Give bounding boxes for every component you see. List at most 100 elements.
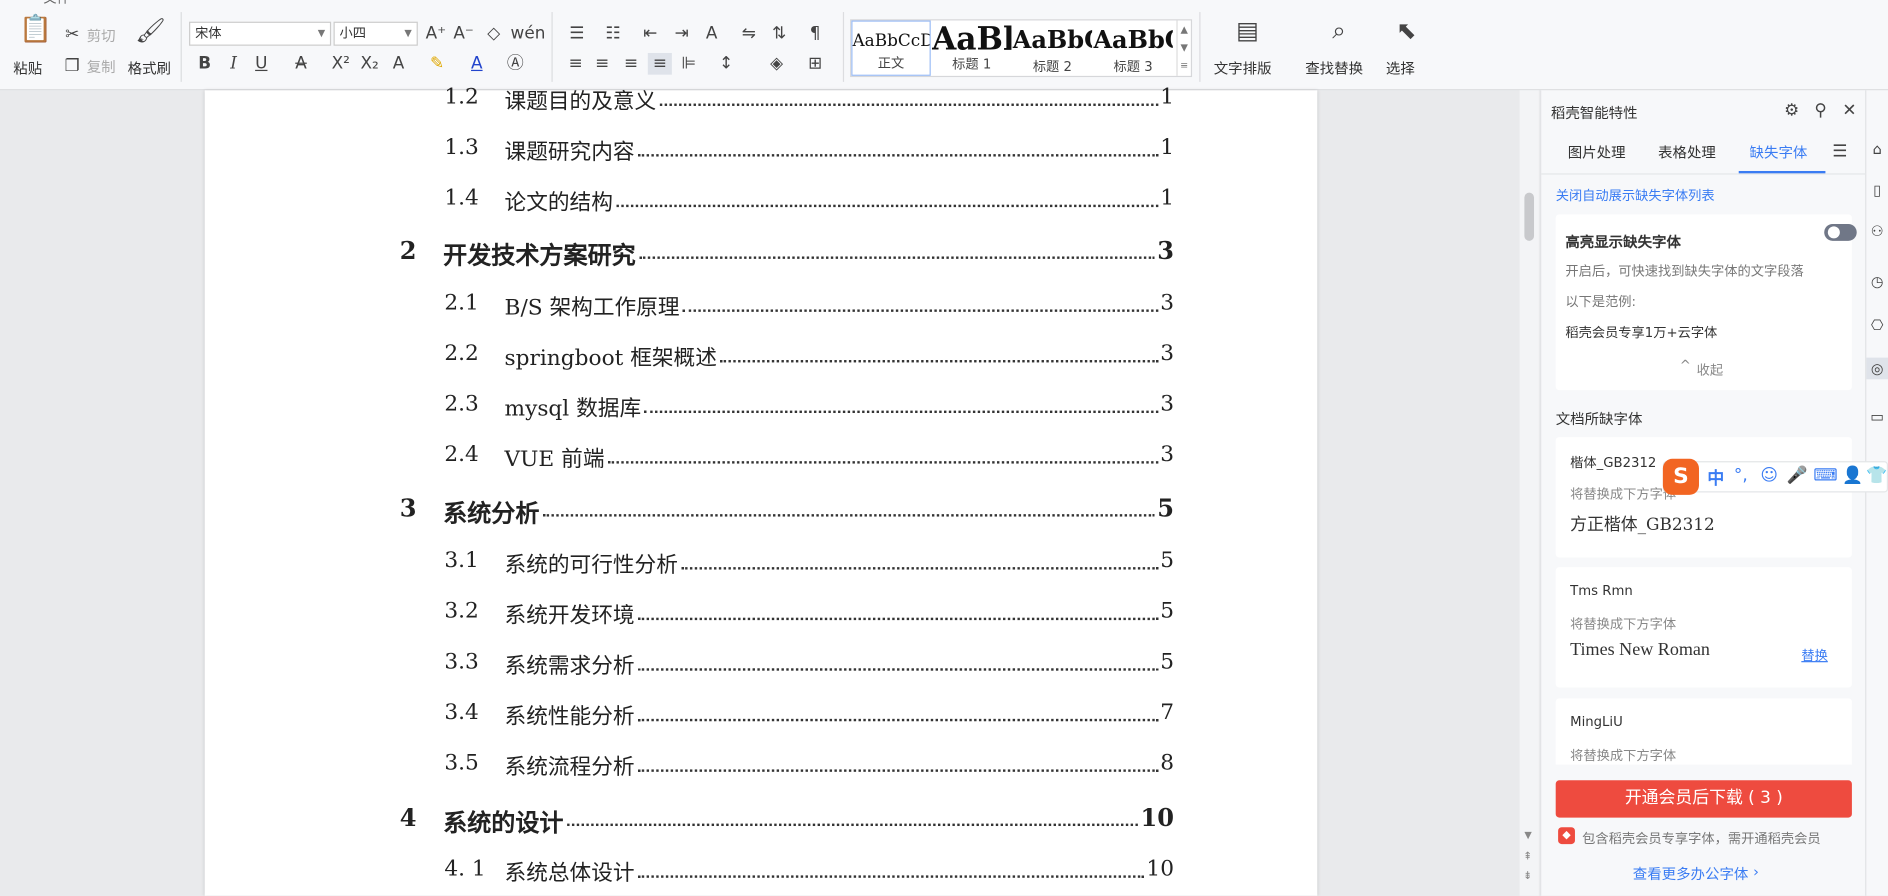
replace-link[interactable]: 替换 [1801, 645, 1827, 664]
search-icon[interactable]: ⌕ [1322, 18, 1356, 42]
italic-icon[interactable]: I [222, 53, 246, 75]
borders-icon[interactable]: ⊞ [802, 53, 828, 75]
underline-icon[interactable]: U [248, 53, 274, 75]
tab-missing-fonts[interactable]: 缺失字体 [1750, 142, 1808, 162]
chevron-up-icon[interactable]: ^ [1680, 358, 1691, 374]
distribute-icon[interactable]: ⊫ [677, 53, 701, 75]
cut-icon[interactable]: ✂ [63, 24, 82, 46]
outdent-icon[interactable]: ⇤ [638, 23, 662, 45]
document-scrollbar[interactable]: ▼ ⇞ ⇟ [1519, 90, 1539, 896]
select-button[interactable]: 选择 [1386, 58, 1415, 78]
prev-page-icon[interactable]: ⇞ [1523, 851, 1532, 863]
align-left-icon[interactable]: ≡ [564, 53, 588, 75]
indent-icon[interactable]: ⇥ [669, 23, 693, 45]
style-normal[interactable]: AaBbCcD 正文 [851, 20, 931, 76]
tab-image-processing[interactable]: 图片处理 [1568, 142, 1626, 162]
microphone-icon[interactable]: 🎤 [1787, 466, 1808, 485]
collapse-link[interactable]: 收起 [1697, 360, 1723, 379]
highlight-icon[interactable]: ✎ [424, 53, 450, 75]
text-layout-icon[interactable]: ▤ [1231, 18, 1265, 42]
toc-section-row[interactable]: 4. 1 系统总体设计 10 [444, 856, 1174, 887]
bullet-list-icon[interactable]: ☰ [564, 23, 590, 45]
side-tool-icon[interactable]: ▭ [1869, 406, 1886, 428]
format-painter-button[interactable]: 格式刷 [128, 58, 171, 78]
char-border-icon[interactable]: Ⓐ [503, 53, 527, 75]
side-tool-icon[interactable]: ⌂ [1869, 138, 1886, 160]
keyboard-icon[interactable]: ⌨ [1813, 466, 1837, 485]
text-effect-icon[interactable]: A [387, 53, 411, 75]
skin-icon[interactable]: 👕 [1866, 466, 1887, 485]
toc-section-row[interactable]: 2.3 mysql 数据库 3 [444, 391, 1174, 422]
line-spacing-icon[interactable]: ↕ [713, 53, 739, 75]
toc-chapter-row[interactable]: 4 系统的设计 10 [400, 803, 1174, 837]
style-heading-1[interactable]: AaBl 标题 1 [932, 20, 1011, 75]
numbered-list-icon[interactable]: ☷ [600, 23, 626, 45]
strikethrough-icon[interactable]: A [289, 53, 313, 75]
style-heading-3[interactable]: AaBbC 标题 3 [1093, 20, 1172, 75]
side-tool-icon[interactable]: ▯ [1869, 179, 1886, 201]
paste-button[interactable]: 粘贴 [13, 58, 42, 78]
tab-table-processing[interactable]: 表格处理 [1658, 142, 1716, 162]
select-cursor-icon[interactable]: ⬉ [1392, 18, 1421, 42]
toc-section-row[interactable]: 3.2 系统开发环境 5 [444, 598, 1174, 629]
pin-icon[interactable]: ⚲ [1809, 100, 1833, 122]
close-auto-list-link[interactable]: 关闭自动展示缺失字体列表 [1556, 185, 1715, 204]
chevron-right-icon[interactable]: › [1753, 863, 1759, 880]
font-name-select[interactable]: 宋体 ▼ [189, 21, 332, 46]
align-right-icon[interactable]: ≡ [619, 53, 643, 75]
scroll-thumb[interactable] [1524, 192, 1535, 241]
cut-button[interactable]: 剪切 [87, 25, 116, 45]
text-layout-button[interactable]: 文字排版 [1214, 58, 1272, 78]
style-gallery-scroll[interactable]: ▲ ▼ ≡ [1176, 20, 1190, 76]
paste-icon[interactable]: 📋 [19, 16, 52, 50]
toc-section-row[interactable]: 3.1 系统的可行性分析 5 [444, 548, 1174, 579]
text-direction-icon[interactable]: ⇋ [737, 23, 761, 45]
find-replace-button[interactable]: 查找替换 [1305, 58, 1363, 78]
format-painter-icon[interactable]: 🖌 [135, 18, 166, 42]
menu-icon[interactable]: ☰ [1828, 141, 1852, 163]
panel-title[interactable]: 稻壳智能特性 [1551, 102, 1638, 122]
toc-chapter-row[interactable]: 3 系统分析 5 [400, 494, 1174, 528]
font-card[interactable]: Tms Rmn 将替换成下方字体 Times New Roman 替换 [1555, 567, 1852, 688]
font-card[interactable]: 楷体_GB2312 将替换成下方字体 方正楷体_GB2312 [1555, 437, 1852, 558]
font-card[interactable]: MingLiU 将替换成下方字体 [1555, 698, 1852, 765]
ime-toolbar[interactable]: S 中 °, ☺ 🎤 ⌨ 👤 👕 [1662, 458, 1888, 495]
emoji-icon[interactable]: ☺ [1760, 466, 1778, 485]
toc-section-row[interactable]: 3.5 系统流程分析 8 [444, 750, 1174, 781]
gear-icon[interactable]: ⚙ [1780, 100, 1804, 122]
next-page-icon[interactable]: ⇟ [1523, 871, 1532, 883]
copy-button[interactable]: 复制 [87, 57, 116, 77]
toc-section-row[interactable]: 1.3 课题研究内容 1 [444, 135, 1174, 166]
highlight-toggle[interactable] [1824, 223, 1857, 241]
toc-section-row[interactable]: 1.2 课题目的及意义 1 [444, 84, 1174, 115]
side-tool-icon[interactable]: ⎔ [1869, 314, 1886, 336]
font-size-select[interactable]: 小四 ▼ [333, 21, 418, 46]
bold-icon[interactable]: B [193, 53, 217, 75]
shading-icon[interactable]: ◈ [763, 53, 789, 75]
superscript-icon[interactable]: X² [328, 53, 354, 75]
sort-icon[interactable]: ⇅ [766, 23, 792, 45]
toc-section-row[interactable]: 3.3 系统需求分析 5 [444, 649, 1174, 680]
chinese-layout-icon[interactable]: A [698, 23, 724, 45]
increase-font-icon[interactable]: A⁺ [424, 23, 448, 45]
phonetic-icon[interactable]: wén [511, 23, 546, 45]
font-color-icon[interactable]: A [465, 53, 489, 75]
toc-section-row[interactable]: 2.2 springboot 框架概述 3 [444, 341, 1174, 372]
tab-file[interactable]: 文件 [43, 0, 69, 7]
justify-icon[interactable]: ≡ [647, 52, 672, 75]
ime-mode[interactable]: 中 [1707, 466, 1724, 490]
side-tool-icon[interactable]: ⚇ [1869, 220, 1886, 242]
sogou-logo-icon[interactable]: S [1662, 458, 1699, 495]
clear-format-icon[interactable]: ◇ [482, 23, 506, 45]
chevron-down-icon[interactable]: ▼ [1524, 830, 1531, 841]
punctuation-icon[interactable]: °, [1734, 466, 1748, 485]
toc-section-row[interactable]: 2.4 VUE 前端 3 [444, 442, 1174, 473]
style-heading-2[interactable]: AaBbC 标题 2 [1013, 20, 1092, 75]
align-center-icon[interactable]: ≡ [590, 53, 614, 75]
side-tool-icon[interactable]: ◎ [1866, 357, 1888, 380]
toc-section-row[interactable]: 2.1 B/S 架构工作原理 3 [444, 290, 1174, 321]
more-fonts-link[interactable]: 查看更多办公字体 [1633, 863, 1749, 883]
download-button[interactable]: 开通会员后下载 ( 3 ) [1555, 780, 1852, 818]
toc-section-row[interactable]: 1.4 论文的结构 1 [444, 185, 1174, 216]
toc-section-row[interactable]: 3.4 系统性能分析 7 [444, 700, 1174, 731]
